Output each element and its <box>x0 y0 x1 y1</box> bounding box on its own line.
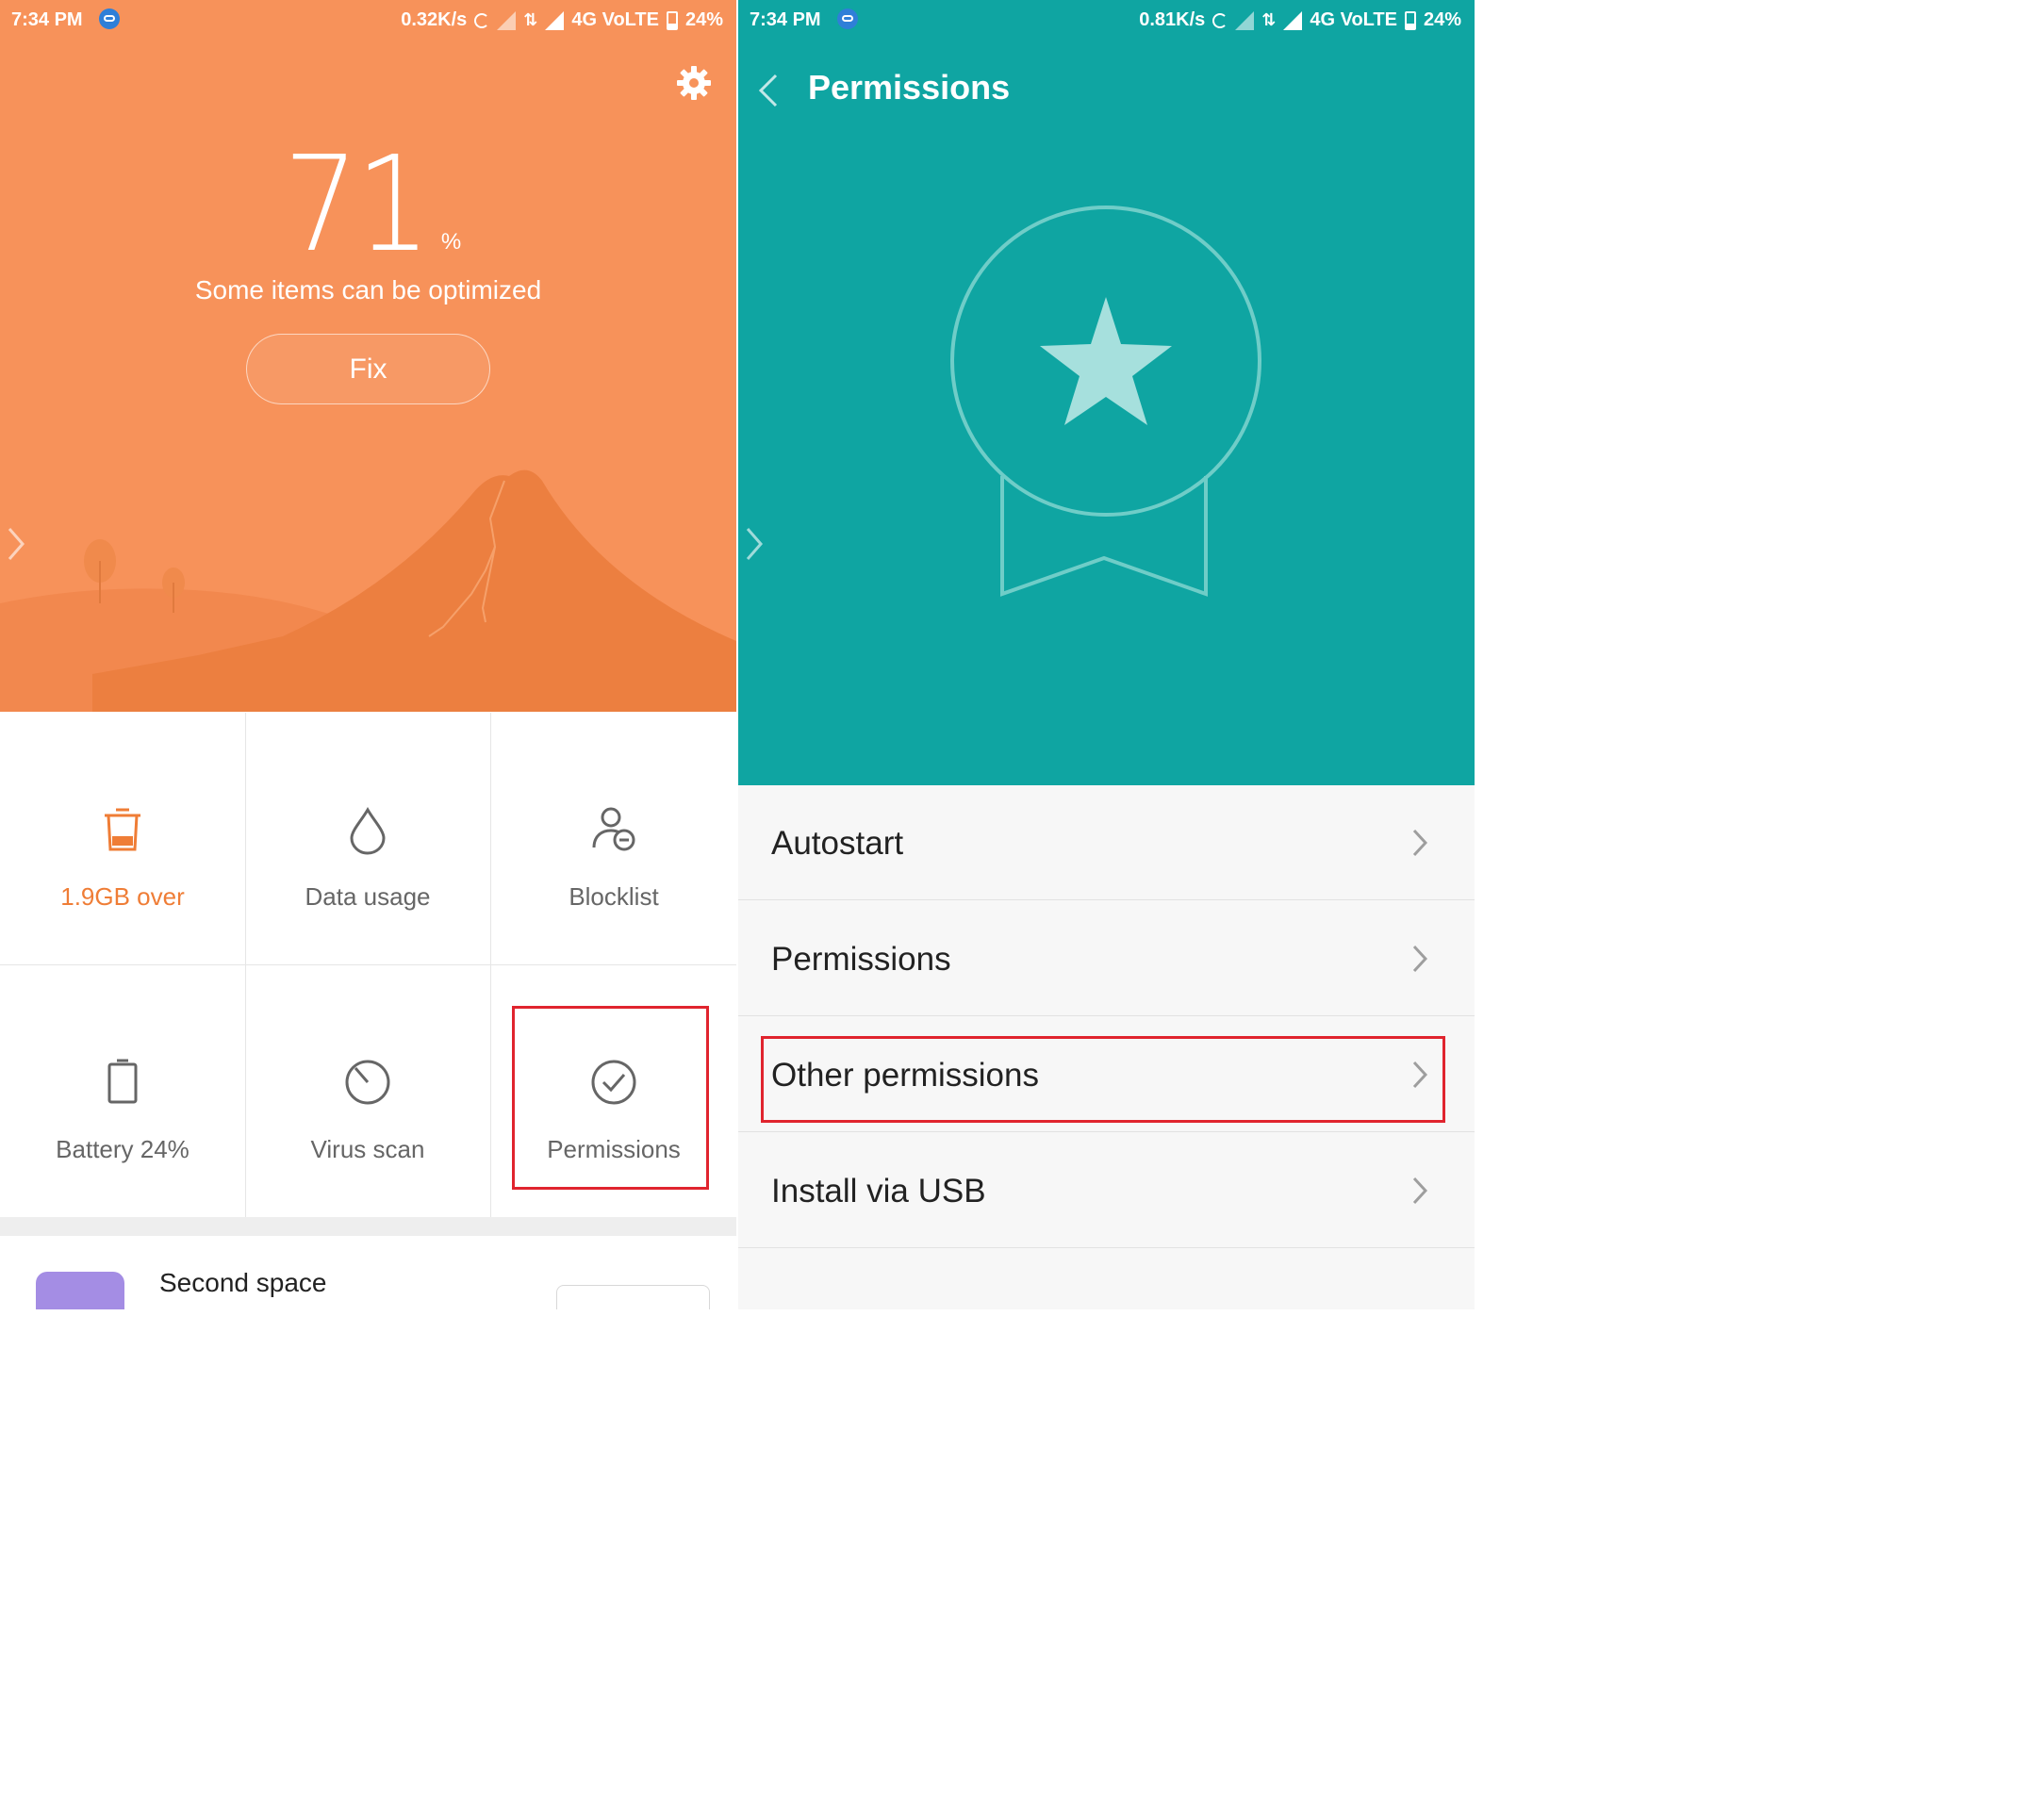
chevron-right-icon <box>1412 945 1427 973</box>
battery-percent: 24% <box>684 9 723 30</box>
user-block-icon <box>592 807 635 851</box>
list-item-label: Install via USB <box>771 1173 986 1209</box>
award-badge-icon <box>950 206 1261 597</box>
list-item-label: Permissions <box>771 941 951 978</box>
list-item-autostart[interactable]: Autostart <box>738 785 1475 900</box>
sync-icon <box>1212 12 1228 28</box>
second-space-icon <box>36 1272 124 1309</box>
second-space-title: Second space <box>159 1268 327 1297</box>
optimize-message: Some items can be optimized <box>194 275 542 304</box>
status-bar: 7:34 PM 0.81K/s ⇅ 4G VoLTE 24% <box>738 0 1475 41</box>
virus-scan-icon <box>345 1060 390 1105</box>
permissions-screen: 7:34 PM 0.81K/s ⇅ 4G VoLTE 24% Permissio… <box>738 0 1475 1309</box>
status-bar: 7:34 PM 0.32K/s ⇅ 4G VoLTE 24% <box>0 0 736 41</box>
cloud-icon <box>837 8 858 29</box>
permissions-header: 7:34 PM 0.81K/s ⇅ 4G VoLTE 24% Permissio… <box>738 0 1475 785</box>
tile-label: Battery 24% <box>56 1135 190 1163</box>
second-space-button[interactable] <box>556 1285 710 1309</box>
cloud-icon <box>99 8 120 29</box>
list-item-permissions[interactable]: Permissions <box>738 901 1475 1016</box>
battery-icon <box>107 1059 138 1104</box>
network-type: 4G VoLTE <box>571 9 659 30</box>
signal-icon <box>1283 10 1303 30</box>
status-time: 7:34 PM <box>11 9 83 30</box>
list-item-install-via-usb[interactable]: Install via USB <box>738 1133 1475 1248</box>
data-arrows-icon: ⇅ <box>523 10 538 29</box>
chevron-right-icon[interactable] <box>744 525 765 563</box>
network-type: 4G VoLTE <box>1310 9 1397 30</box>
data-arrows-icon: ⇅ <box>1261 10 1277 29</box>
highlight-box <box>761 1036 1445 1123</box>
row-divider <box>738 1015 1475 1016</box>
network-speed: 0.81K/s <box>1139 9 1206 30</box>
signal-icon <box>497 10 517 30</box>
score-value: 71 <box>283 128 431 282</box>
droplet-icon <box>350 807 386 855</box>
page-title: Permissions <box>808 68 1011 107</box>
signal-icon <box>545 10 565 30</box>
tile-virus-scan[interactable]: Virus scan <box>245 965 490 1217</box>
gear-icon[interactable] <box>675 64 713 102</box>
network-speed: 0.32K/s <box>401 9 468 30</box>
status-indicators: 0.32K/s ⇅ 4G VoLTE 24% <box>401 9 723 31</box>
highlight-box <box>512 1006 709 1190</box>
row-divider <box>738 899 1475 900</box>
list-item-label: Autostart <box>771 825 904 862</box>
security-app-screen: 7:34 PM 0.32K/s ⇅ 4G VoLTE 24% 71 % Some… <box>0 0 736 1309</box>
score-unit: % <box>440 229 462 255</box>
tile-blocklist[interactable]: Blocklist <box>491 713 736 964</box>
row-divider <box>738 1247 1475 1248</box>
fix-button[interactable]: Fix <box>246 334 490 404</box>
tile-cleaner[interactable]: 1.9GB over <box>0 713 245 964</box>
grid-divider <box>0 964 736 965</box>
status-indicators: 0.81K/s ⇅ 4G VoLTE 24% <box>1139 9 1461 31</box>
tile-label: Virus scan <box>310 1135 425 1163</box>
tile-label: Blocklist <box>569 882 659 911</box>
battery-status-icon <box>666 10 678 30</box>
tile-data-usage[interactable]: Data usage <box>245 713 490 964</box>
chevron-right-icon <box>1412 1176 1427 1205</box>
battery-percent: 24% <box>1423 9 1461 30</box>
sync-icon <box>474 12 490 28</box>
security-score: 71% <box>0 140 736 272</box>
security-header: 7:34 PM 0.32K/s ⇅ 4G VoLTE 24% 71 % Some… <box>0 0 736 712</box>
section-separator <box>0 1217 736 1236</box>
row-divider <box>738 1131 1475 1132</box>
status-time: 7:34 PM <box>750 9 821 30</box>
chevron-right-icon <box>1412 829 1427 857</box>
tile-battery[interactable]: Battery 24% <box>0 965 245 1217</box>
tile-label: 1.9GB over <box>60 882 185 911</box>
tile-label: Data usage <box>305 882 431 911</box>
signal-icon <box>1235 10 1255 30</box>
mountain-illustration <box>0 469 736 712</box>
chevron-right-icon[interactable] <box>6 525 26 563</box>
back-arrow-icon[interactable] <box>757 72 780 109</box>
trash-icon <box>105 808 140 851</box>
battery-status-icon <box>1404 10 1416 30</box>
